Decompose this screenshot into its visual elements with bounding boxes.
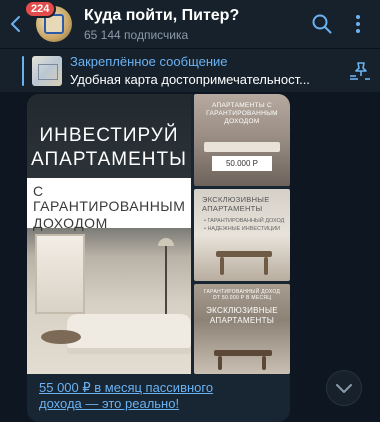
chair-image [218,356,222,370]
link-line-1: 55 000 ₽ в месяц пассивного [39,380,214,395]
subscriber-count: 65 144 подписчика [84,27,189,42]
more-button[interactable] [340,0,376,48]
tile3-line-1: ЭКСКЛЮЗИВНЫЕ [206,306,278,315]
pin-list-button[interactable] [340,49,380,93]
album-photo-3[interactable]: ЭКСКЛЮЗИВНЫЕ АПАРТАМЕНТЫ • ГАРАНТИРОВАНН… [194,189,290,281]
scroll-down-button[interactable] [326,370,362,406]
more-vertical-icon [356,15,360,33]
album-photo-4[interactable]: ГАРАНТИРОВАННЫЙ ДОХОД ОТ 50.000 Р В МЕСЯ… [194,284,290,374]
window-image [35,234,85,314]
chat-header: 224 Куда пойти, Питер? 65 144 подписчика [0,0,380,48]
headline-line-1: ИНВЕСТИРУЙ [39,125,179,146]
channel-avatar[interactable]: 224 [24,0,72,42]
pinned-message-bar[interactable]: Закреплённое сообщение Удобная карта дос… [0,48,380,92]
tile1-line-2: ГАРАНТИРОВАННЫМ [206,110,278,118]
channel-title: Куда пойти, Питер? [84,6,240,24]
dining-table-image [216,251,272,257]
headline-line-2: АПАРТАМЕНТЫ [31,148,187,170]
link-line-2: дохода — это реально! [39,396,180,412]
search-icon [312,14,332,34]
arrow-left-icon [10,16,20,32]
tile3-small-2: ОТ 50.000 Р В МЕСЯЦ [212,295,272,302]
tile1-price: 50.000 Р [212,156,272,171]
tile3-line-2: АПАРТАМЕНТЫ [209,316,275,325]
chevron-down-icon [336,384,352,393]
table-image [41,330,81,344]
title-block[interactable]: Куда пойти, Питер? 65 144 подписчика [84,7,304,42]
subline-line-2: ДОХОДОМ [33,214,108,231]
lamp-image [158,238,174,314]
sofa-image [67,314,191,354]
post-link[interactable]: 55 000 ₽ в месяц пассивного дохода — это… [39,380,284,413]
unread-badge: 224 [24,0,57,18]
message-bubble[interactable]: ИНВЕСТИРУЙ АПАРТАМЕНТЫ С ГАРАНТИРОВАННЫМ… [27,94,290,422]
tile3-small-caption: ГАРАНТИРОВАННЫЙ ДОХОД ОТ 50.000 Р В МЕСЯ… [194,289,290,302]
tile2-caption: ЭКСКЛЮЗИВНЫЕ АПАРТАМЕНТЫ [194,195,290,214]
chair-image [220,257,224,275]
pinned-indicator [22,55,24,86]
subline-line-1: С ГАРАНТИРОВАННЫМ [33,183,186,215]
tile2-line-2: АПАРТАМЕНТЫ [202,204,263,214]
pinned-preview: Удобная карта достопримечательност... [70,72,310,87]
album-photo-2[interactable]: АПАРТАМЕНТЫ С ГАРАНТИРОВАННЫМ ДОХОДОМ 50… [194,94,290,186]
pin-list-icon [350,61,370,80]
tile2-item-1: • ГАРАНТИРОВАННЫЙ ДОХОД [204,218,285,224]
tile1-line-3: ДОХОДОМ [224,118,260,126]
tile1-caption: АПАРТАМЕНТЫ С ГАРАНТИРОВАННЫМ ДОХОДОМ [194,102,290,126]
photo-album[interactable]: ИНВЕСТИРУЙ АПАРТАМЕНТЫ С ГАРАНТИРОВАННЫМ… [27,94,290,374]
pinned-text-block: Закреплённое сообщение Удобная карта дос… [70,54,340,87]
tile1-line-1: АПАРТАМЕНТЫ С [212,102,272,109]
search-button[interactable] [304,0,340,48]
tile2-list: • ГАРАНТИРОВАННЫЙ ДОХОД • НАДЕЖНЫЕ ИНВЕС… [204,217,284,234]
chair-image [264,257,268,275]
subline-box: С ГАРАНТИРОВАННЫМ ДОХОДОМ [27,178,191,231]
tile3-caption: ЭКСКЛЮЗИВНЫЕ АПАРТАМЕНТЫ [194,306,290,326]
bed-image [204,142,280,152]
pinned-thumbnail [32,55,62,86]
album-photo-main[interactable]: ИНВЕСТИРУЙ АПАРТАМЕНТЫ С ГАРАНТИРОВАННЫМ… [27,94,191,374]
chair-image [262,356,266,370]
tile2-line-1: ЭКСКЛЮЗИВНЫЕ [202,195,270,204]
tile2-item-2: • НАДЕЖНЫЕ ИНВЕСТИЦИИ [204,226,281,233]
pinned-title: Закреплённое сообщение [70,54,228,69]
main-headline: ИНВЕСТИРУЙ АПАРТАМЕНТЫ [27,124,191,172]
